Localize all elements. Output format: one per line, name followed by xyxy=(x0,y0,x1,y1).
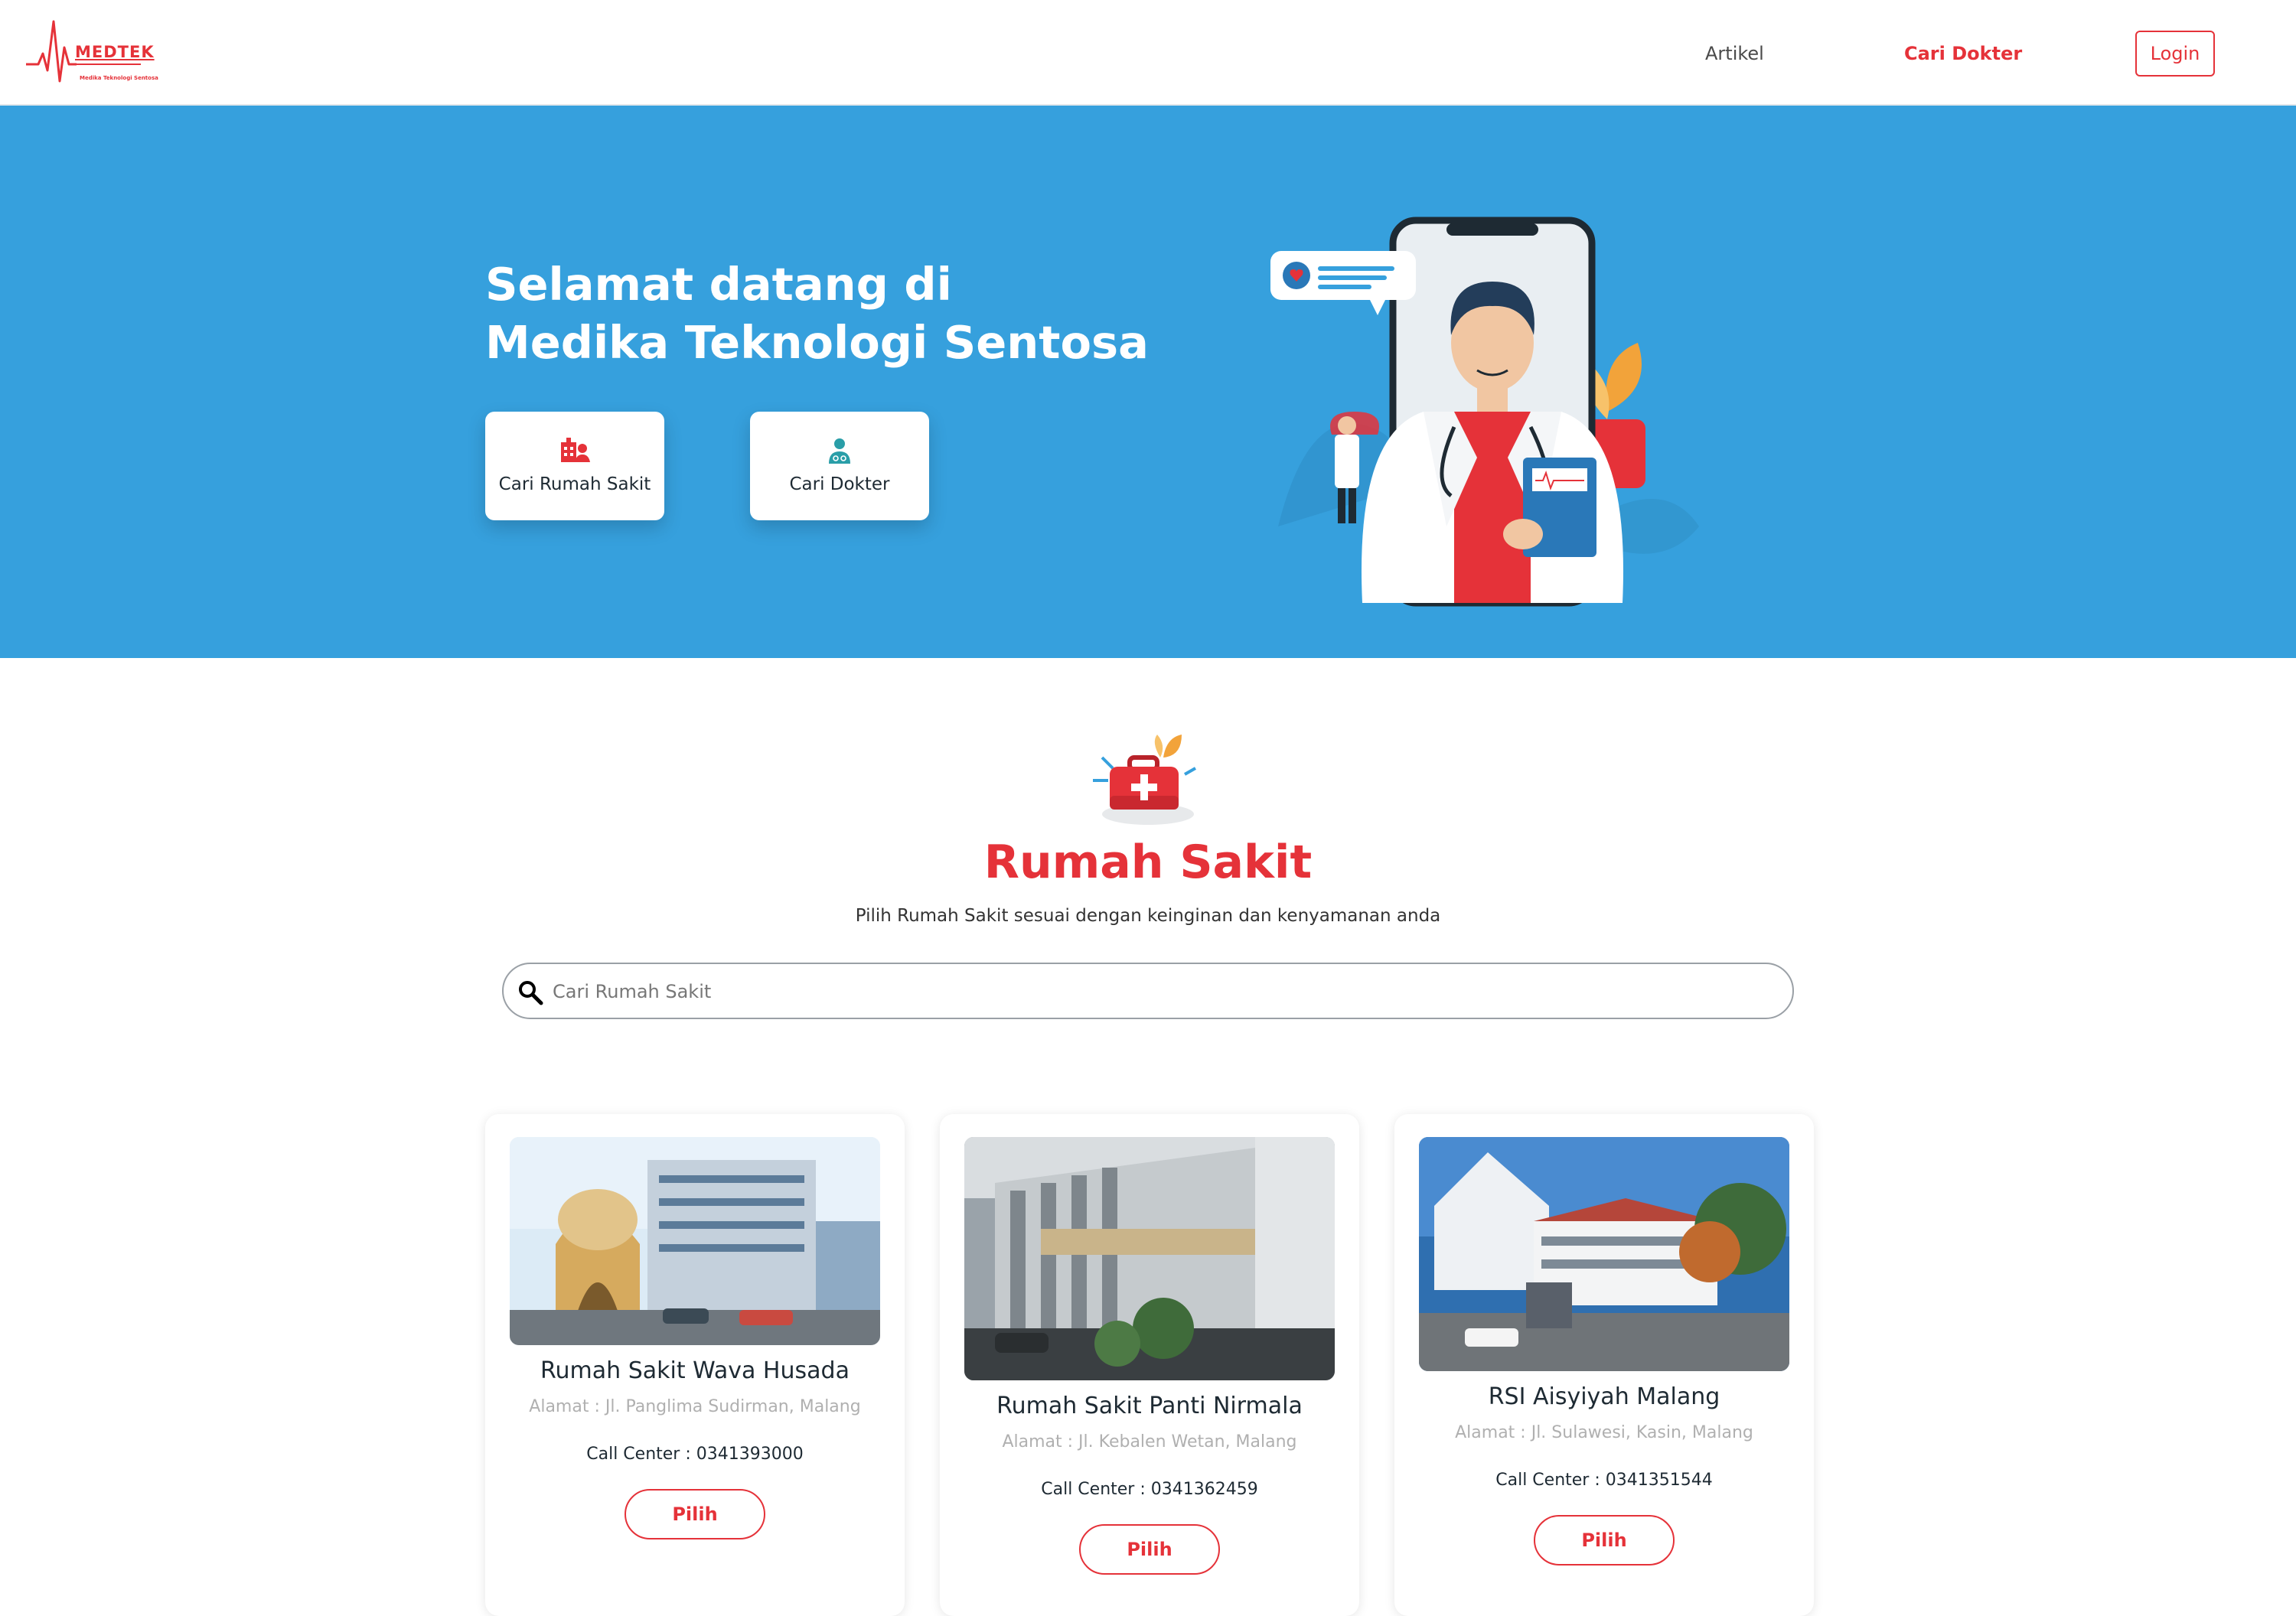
cari-rumah-sakit-label: Cari Rumah Sakit xyxy=(498,474,651,494)
hospital-call-center: Call Center : 0341393000 xyxy=(586,1445,804,1464)
brand-tagline: Medika Teknologi Sentosa xyxy=(80,75,158,81)
pilih-button[interactable]: Pilih xyxy=(1079,1524,1220,1575)
hospital-name: RSI Aisyiyah Malang xyxy=(1488,1383,1720,1410)
section-subtitle: Pilih Rumah Sakit sesuai dengan keingina… xyxy=(855,906,1441,926)
login-button[interactable]: Login xyxy=(2135,31,2215,77)
hospital-card: RSI Aisyiyah Malang Alamat : Jl. Sulawes… xyxy=(1394,1114,1814,1616)
cari-dokter-button[interactable]: Cari Dokter xyxy=(750,412,929,520)
search-icon xyxy=(519,981,543,1005)
search-bar[interactable] xyxy=(502,963,1794,1019)
hero-banner: Selamat datang di Medika Teknologi Sento… xyxy=(0,106,2296,658)
cari-dokter-label: Cari Dokter xyxy=(789,474,890,494)
doctor-phone-illustration xyxy=(1270,217,1699,607)
hospital-name: Rumah Sakit Wava Husada xyxy=(540,1357,850,1384)
hospital-address: Alamat : Jl. Kebalen Wetan, Malang xyxy=(1002,1432,1297,1451)
hero-title-line1: Selamat datang di xyxy=(485,258,952,311)
hospital-name: Rumah Sakit Panti Nirmala xyxy=(996,1393,1303,1419)
hospital-address: Alamat : Jl. Sulawesi, Kasin, Malang xyxy=(1455,1423,1753,1442)
hospital-photo xyxy=(1419,1137,1789,1371)
cari-rumah-sakit-button[interactable]: Cari Rumah Sakit xyxy=(485,412,664,520)
hospital-card: Rumah Sakit Panti Nirmala Alamat : Jl. K… xyxy=(940,1114,1359,1616)
hospital-building-icon xyxy=(561,438,590,462)
pilih-button[interactable]: Pilih xyxy=(1534,1515,1675,1566)
hospital-photo xyxy=(510,1137,880,1345)
navbar: MEDTEK Medika Teknologi Sentosa Artikel … xyxy=(0,0,2296,106)
hospital-photo xyxy=(964,1137,1335,1380)
search-input[interactable] xyxy=(553,975,1762,1008)
first-aid-kit-icon xyxy=(1093,735,1196,825)
nav-cari-dokter-link[interactable]: Cari Dokter xyxy=(1904,43,2022,64)
medtek-logo[interactable]: MEDTEK Medika Teknologi Sentosa xyxy=(26,17,158,87)
doctor-icon xyxy=(829,438,850,464)
hero-title: Selamat datang di Medika Teknologi Sento… xyxy=(485,256,1174,372)
hero-title-line2: Medika Teknologi Sentosa xyxy=(485,316,1149,369)
brand-name: MEDTEK xyxy=(75,43,155,61)
hospital-call-center: Call Center : 0341351544 xyxy=(1495,1471,1713,1490)
pilih-button[interactable]: Pilih xyxy=(625,1489,765,1539)
hospital-call-center: Call Center : 0341362459 xyxy=(1041,1480,1258,1499)
nav-artikel-link[interactable]: Artikel xyxy=(1705,43,1764,64)
section-title: Rumah Sakit xyxy=(983,836,1313,889)
hospital-card: Rumah Sakit Wava Husada Alamat : Jl. Pan… xyxy=(485,1114,905,1616)
hospital-address: Alamat : Jl. Panglima Sudirman, Malang xyxy=(529,1397,861,1416)
